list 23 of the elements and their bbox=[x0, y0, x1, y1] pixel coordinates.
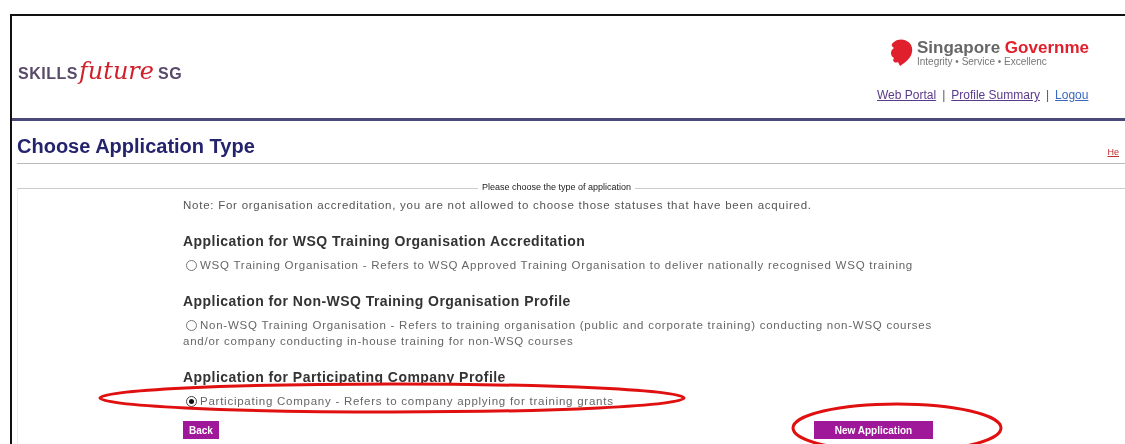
help-link[interactable]: He bbox=[1107, 147, 1119, 157]
link-separator: | bbox=[1045, 88, 1050, 102]
skillsfuture-logo: SKILLSfuture SG bbox=[18, 57, 183, 85]
form-button[interactable]: New Application bbox=[813, 421, 933, 439]
section-heading: Application for Non-WSQ Training Organisation Profile bbox=[183, 293, 572, 309]
header-link[interactable]: Logou bbox=[1055, 88, 1089, 102]
radio-button[interactable] bbox=[186, 260, 197, 271]
fieldset-legend: Please choose the type of application bbox=[478, 182, 636, 192]
option-label[interactable]: Non-WSQ Training Organisation - Refers to training organisation (public and corporate training) conducting non-WSQ courses and/or company conducting in-house training for non-WSQ courses bbox=[183, 317, 933, 349]
radio-button[interactable] bbox=[186, 320, 197, 331]
link-separator: | bbox=[942, 88, 946, 102]
option-label[interactable]: Participating Company - Refers to company applying for training grants bbox=[183, 393, 933, 409]
option-label[interactable]: WSQ Training Organisation - Refers to WSQ Approved Training Organisation to deliver nationally recognised WSQ training bbox=[183, 257, 933, 273]
page-title: Choose Application Type bbox=[17, 135, 255, 158]
section-heading: Application for Participating Company Profile bbox=[183, 369, 507, 385]
government-motto: Integrity • Service • Excellenc bbox=[917, 56, 1048, 67]
government-name: Singapore Governme bbox=[917, 39, 1089, 56]
header-link[interactable]: Profile Summary bbox=[951, 88, 1040, 102]
section-heading: Application for WSQ Training Organisation Accreditation bbox=[183, 233, 587, 249]
form-button[interactable]: Back bbox=[183, 421, 219, 439]
radio-button[interactable] bbox=[186, 396, 197, 407]
header-link[interactable]: Web Portal bbox=[877, 88, 937, 102]
note-text: Note: For organisation accreditation, you are not allowed to choose those statuses that have been acquired. bbox=[183, 198, 813, 213]
